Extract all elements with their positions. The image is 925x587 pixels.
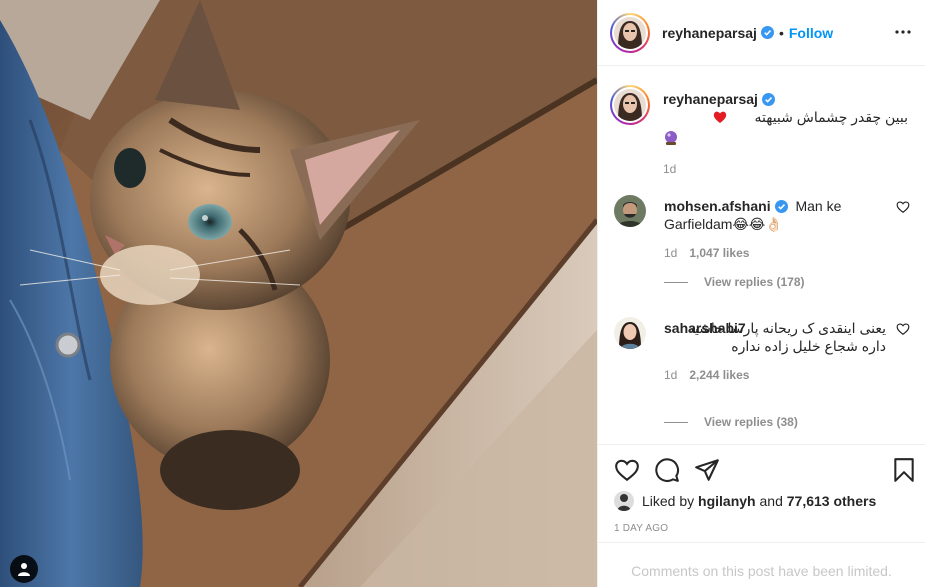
view-replies-link[interactable]: View replies (38) xyxy=(664,415,798,429)
post-photo[interactable] xyxy=(0,0,597,587)
view-replies-label: View replies (178) xyxy=(704,275,805,289)
bookmark-icon[interactable] xyxy=(891,457,917,483)
liker-avatar[interactable] xyxy=(614,491,634,511)
replies-divider xyxy=(664,421,688,423)
red-heart-emoji-icon xyxy=(713,111,727,123)
comments-limited-notice: Comments on this post have been limited. xyxy=(598,542,925,587)
liked-by-prefix: Liked by xyxy=(642,493,695,509)
caption-avatar-image xyxy=(614,89,646,121)
commenter-avatar[interactable] xyxy=(614,195,646,227)
comment-text: یعنی اینقدی ک ریحانه پارسا حاشیه داره شج… xyxy=(664,319,886,355)
likes-count[interactable]: 77,613 others xyxy=(787,493,877,509)
author-username[interactable]: reyhaneparsaj xyxy=(662,25,757,41)
header-separator: • xyxy=(778,24,784,41)
post-actions: Liked by hgilanyh and 77,613 others 1 DA… xyxy=(598,444,925,587)
kitten-photo xyxy=(0,0,597,587)
verified-badge-icon xyxy=(774,200,788,213)
view-replies-link[interactable]: View replies (178) xyxy=(664,275,805,289)
user-tag-icon xyxy=(18,563,30,576)
commenter-username[interactable]: mohsen.afshani xyxy=(664,198,771,214)
post-side-panel: reyhaneparsaj • Follow reyhaneparsaj ببی… xyxy=(597,0,925,587)
comment-text-value: یعنی اینقدی ک ریحانه پارسا حاشیه داره شج… xyxy=(687,320,886,354)
comment-like-icon[interactable] xyxy=(896,200,910,214)
comment-age: 1d xyxy=(664,246,678,260)
comment-age: 1d xyxy=(664,368,678,382)
user-tag-button[interactable] xyxy=(10,555,38,583)
share-icon[interactable] xyxy=(694,457,720,483)
caption-avatar[interactable] xyxy=(610,85,650,125)
verified-badge-icon xyxy=(761,92,775,106)
comment-likes[interactable]: 2,244 likes xyxy=(689,368,749,382)
liked-by-and: and xyxy=(759,493,783,509)
commenter-avatar[interactable] xyxy=(614,317,646,349)
caption-username[interactable]: reyhaneparsaj xyxy=(663,90,758,108)
comment-icon[interactable] xyxy=(654,457,680,483)
replies-divider xyxy=(664,281,688,283)
verified-badge-icon xyxy=(760,26,774,39)
post-header: reyhaneparsaj • Follow xyxy=(598,0,925,66)
author-avatar-image xyxy=(614,16,646,49)
crystal-ball-emoji-icon xyxy=(665,131,677,145)
more-options-icon[interactable] xyxy=(891,20,915,44)
follow-button[interactable]: Follow xyxy=(789,25,833,41)
view-replies-label: View replies (38) xyxy=(704,415,798,429)
caption-text: ببین چقدر چشماش شبیهته xyxy=(754,109,908,125)
post-timestamp[interactable]: 1 DAY AGO xyxy=(614,523,668,534)
comments-list[interactable]: reyhaneparsaj ببین چقدر چشماش شبیهته 1d … xyxy=(598,67,925,444)
author-avatar[interactable] xyxy=(610,12,650,53)
caption-age: 1d xyxy=(663,162,677,176)
liked-by: Liked by hgilanyh and 77,613 others xyxy=(614,491,876,511)
comment-likes[interactable]: 1,047 likes xyxy=(689,246,749,260)
comment-like-icon[interactable] xyxy=(896,322,910,336)
liked-by-user[interactable]: hgilanyh xyxy=(698,493,756,509)
heart-icon[interactable] xyxy=(614,457,640,483)
